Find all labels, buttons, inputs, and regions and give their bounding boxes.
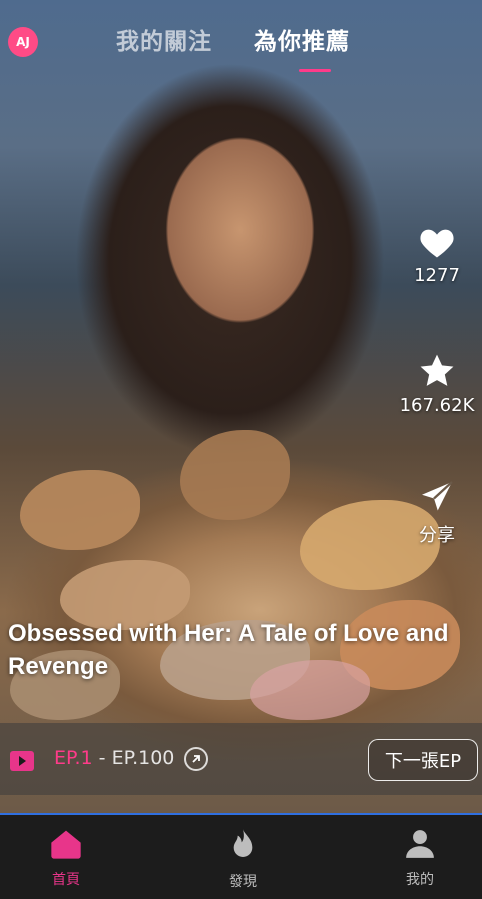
- tab-following[interactable]: 我的關注: [116, 22, 212, 56]
- heart-icon: [420, 229, 454, 258]
- episode-separator: -: [92, 747, 112, 769]
- episode-list-link[interactable]: [184, 747, 208, 771]
- arrow-up-right-icon: [192, 755, 200, 763]
- app-logo-text: AJ: [16, 35, 30, 49]
- nav-discover[interactable]: 發現: [198, 829, 288, 891]
- share-button[interactable]: 分享: [392, 479, 482, 547]
- bottom-nav: 首頁 發現 我的: [0, 815, 482, 899]
- home-icon: [51, 830, 81, 859]
- nav-home[interactable]: 首頁: [21, 829, 111, 889]
- nav-home-label: 首頁: [52, 872, 80, 888]
- feed-tabs: 我的關注 為你推薦: [116, 22, 350, 56]
- like-count: 1277: [414, 265, 460, 286]
- next-episode-button[interactable]: 下一張EP: [368, 739, 478, 781]
- episode-range[interactable]: EP.1 - EP.100: [54, 747, 174, 769]
- share-icon: [422, 481, 453, 511]
- like-button[interactable]: 1277: [392, 225, 482, 286]
- episode-bar: EP.1 - EP.100 下一張EP: [0, 723, 482, 795]
- video-frame-detail: [20, 470, 140, 550]
- user-icon: [406, 830, 434, 858]
- video-frame-detail: [180, 430, 290, 520]
- star-icon: [420, 354, 454, 386]
- favorite-button[interactable]: 167.62K: [392, 353, 482, 416]
- video-title: Obsessed with Her: A Tale of Love and Re…: [8, 620, 449, 680]
- favorite-count: 167.62K: [399, 395, 475, 416]
- app-logo[interactable]: AJ: [8, 27, 38, 57]
- share-label: 分享: [419, 525, 455, 546]
- nav-profile-label: 我的: [406, 872, 434, 888]
- tab-recommended[interactable]: 為你推薦: [254, 22, 350, 56]
- nav-discover-label: 發現: [229, 874, 257, 890]
- nav-profile[interactable]: 我的: [375, 829, 465, 889]
- tab-active-indicator: [299, 69, 331, 72]
- flame-icon: [233, 829, 253, 857]
- episodes-icon: [10, 751, 34, 771]
- current-episode: EP.1: [54, 747, 93, 769]
- last-episode: EP.100: [111, 747, 175, 769]
